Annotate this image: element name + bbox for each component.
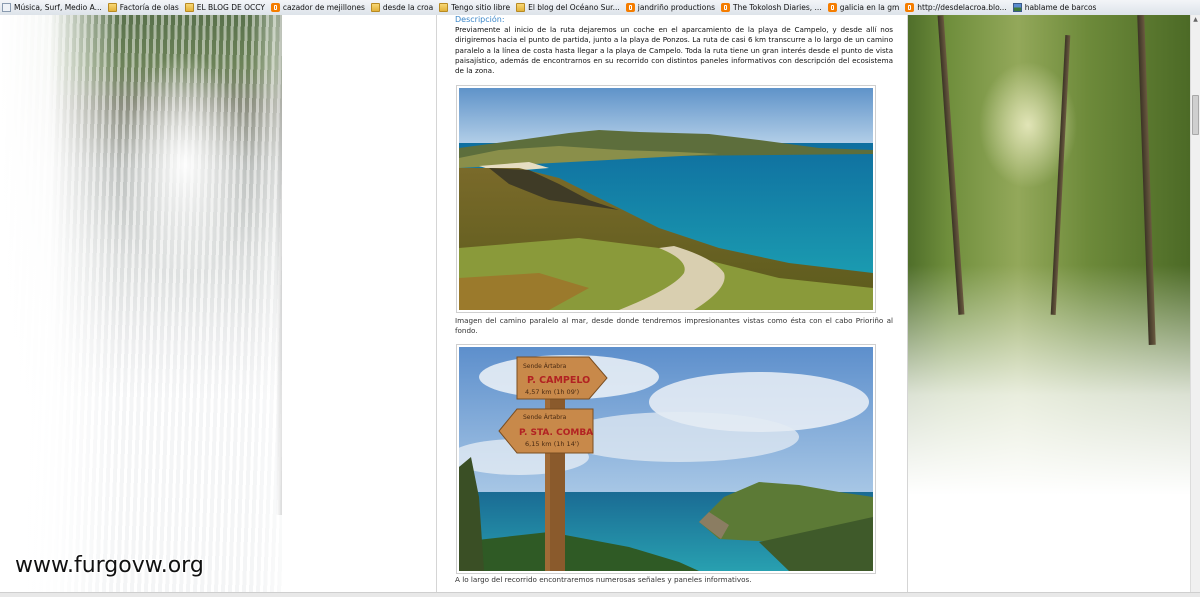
- bookmarks-bar: Música, Surf, Medio A... Factoría de olas…: [0, 0, 1200, 16]
- bookmark-item[interactable]: desde la croa: [369, 0, 437, 15]
- bookmark-label: hablame de barcos: [1024, 3, 1097, 12]
- bookmark-label: Tengo sitio libre: [451, 3, 511, 12]
- photo2-caption: A lo largo del recorrido encontraremos n…: [455, 575, 752, 584]
- bookmark-label: EL BLOG DE OCCY: [196, 3, 265, 12]
- bookmark-label: Música, Surf, Medio A...: [14, 3, 102, 12]
- folder-icon: [439, 3, 449, 12]
- blogger-icon: [270, 3, 280, 12]
- bookmark-label: galicia en la gm: [839, 3, 900, 12]
- bottom-sign-header: Sende Ártabra: [523, 414, 567, 421]
- left-background-image: [0, 15, 282, 596]
- article: Descripción: Previamente al inicio de la…: [455, 15, 893, 76]
- vertical-scrollbar[interactable]: ▲: [1190, 15, 1200, 596]
- photo1-caption: Imagen del camino paralelo al mar, desde…: [455, 316, 893, 335]
- section-title: Descripción:: [455, 15, 505, 24]
- bookmark-item[interactable]: Tengo sitio libre: [437, 0, 514, 15]
- blogger-icon: [625, 3, 635, 12]
- bookmark-item[interactable]: jandriño productions: [624, 0, 719, 15]
- bookmark-item[interactable]: galicia en la gm: [826, 0, 904, 15]
- bookmark-item[interactable]: http://desdelacroa.blo...: [903, 0, 1010, 15]
- blogger-icon: [721, 3, 731, 12]
- right-background-image: [908, 15, 1190, 596]
- image-icon: [1012, 3, 1022, 12]
- bookmark-label: Factoría de olas: [119, 3, 179, 12]
- bookmark-item[interactable]: EL BLOG DE OCCY: [183, 0, 269, 15]
- scrollbar-thumb[interactable]: [1192, 95, 1199, 135]
- bookmark-label: http://desdelacroa.blo...: [917, 3, 1007, 12]
- top-sign-header: Sende Ártabra: [523, 363, 567, 370]
- top-sign-destination: P. CAMPELO: [527, 375, 590, 386]
- bookmark-label: cazador de mejillones: [282, 3, 365, 12]
- photo-coastal-path[interactable]: [456, 85, 876, 313]
- folder-icon: [370, 3, 380, 12]
- bookmark-label: El blog del Océano Sur...: [528, 3, 620, 12]
- bookmark-item[interactable]: El blog del Océano Sur...: [514, 0, 624, 15]
- bookmark-item[interactable]: The Tokolosh Diaries, ...: [719, 0, 826, 15]
- bookmark-item[interactable]: cazador de mejillones: [269, 0, 369, 15]
- coastal-path-image: [459, 88, 873, 310]
- folder-icon: [184, 3, 194, 12]
- bottom-sign-destination: P. STA. COMBA: [519, 428, 593, 438]
- bottom-edge: [0, 592, 1200, 597]
- bookmark-item[interactable]: Música, Surf, Medio A...: [0, 0, 106, 15]
- folder-icon: [107, 3, 117, 12]
- bookmark-label: jandriño productions: [637, 3, 716, 12]
- folder-icon: [516, 3, 526, 12]
- bookmark-label: desde la croa: [382, 3, 434, 12]
- top-sign-distance: 4,57 km (1h 09'): [525, 388, 579, 396]
- blogger-icon: [905, 3, 915, 12]
- page-icon: [2, 3, 11, 12]
- left-blank-column: [282, 15, 436, 596]
- signpost-image: Sende Ártabra P. CAMPELO 4,57 km (1h 09'…: [449, 347, 873, 571]
- bookmark-item[interactable]: hablame de barcos: [1011, 0, 1101, 15]
- bookmark-label: The Tokolosh Diaries, ...: [733, 3, 822, 12]
- watermark: www.furgovw.org: [15, 553, 204, 578]
- description-text: Previamente al inicio de la ruta dejarem…: [455, 25, 893, 76]
- blogger-icon: [827, 3, 837, 12]
- photo-signpost[interactable]: Sende Ártabra P. CAMPELO 4,57 km (1h 09'…: [449, 344, 876, 574]
- bottom-sign-distance: 6,15 km (1h 14'): [525, 440, 579, 448]
- scroll-up-icon[interactable]: ▲: [1192, 16, 1199, 24]
- bookmark-item[interactable]: Factoría de olas: [106, 0, 183, 15]
